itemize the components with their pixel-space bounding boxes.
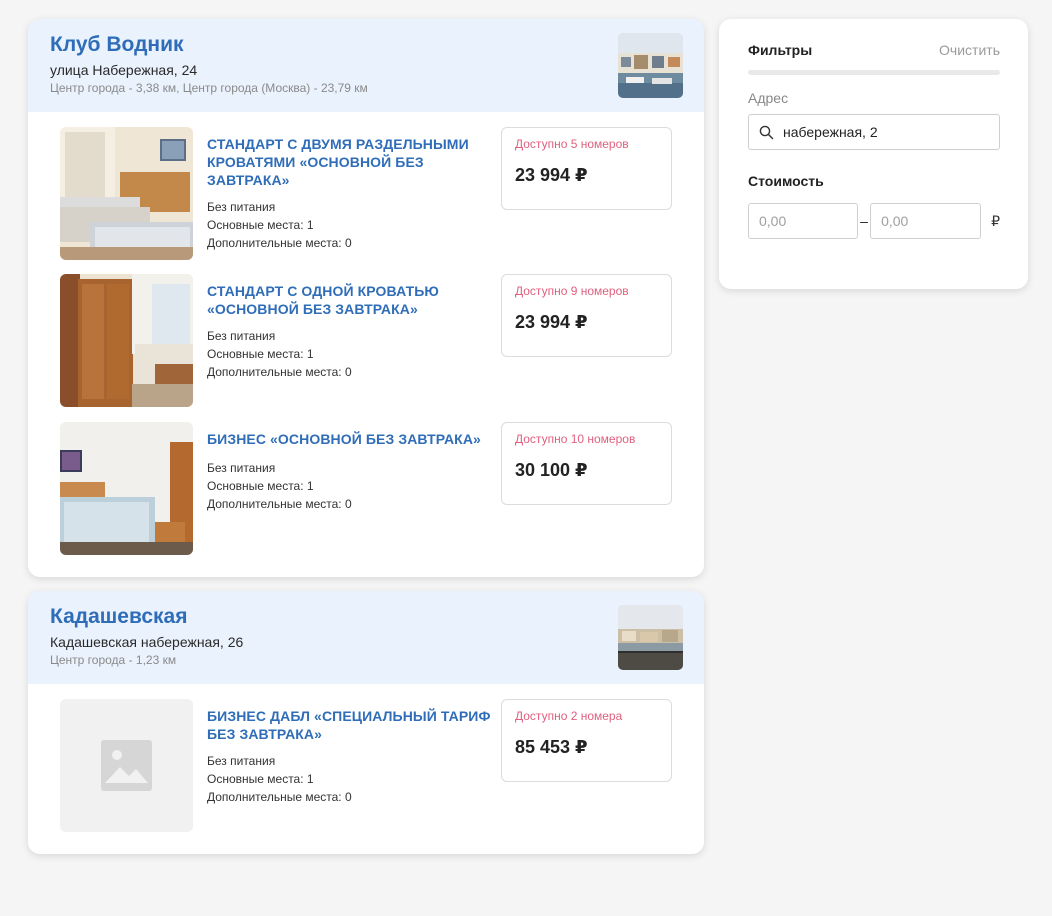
room-title[interactable]: СТАНДАРТ С ОДНОЙ КРОВАТЬЮ «ОСНОВНОЙ БЕЗ … — [207, 282, 502, 318]
room-photo[interactable] — [60, 422, 193, 555]
hotel-distance: Центр города - 1,23 км — [50, 653, 177, 667]
room-main-places: Основные места: 1 — [207, 347, 314, 361]
room-meal: Без питания — [207, 200, 276, 214]
room-main-places: Основные места: 1 — [207, 218, 314, 232]
hotel-address: Кадашевская набережная, 26 — [50, 634, 244, 650]
price: 23 994 ₽ — [515, 165, 588, 185]
room-info: СТАНДАРТ С ОДНОЙ КРОВАТЬЮ «ОСНОВНОЙ БЕЗ … — [207, 282, 502, 381]
page: Клуб Водник улица Набережная, 24 Центр г… — [0, 0, 1052, 916]
availability: Доступно 5 номеров — [515, 137, 629, 151]
room-meal: Без питания — [207, 329, 276, 343]
hotel-name[interactable]: Клуб Водник — [50, 33, 682, 57]
room-photo[interactable] — [60, 274, 193, 407]
hotel-name[interactable]: Кадашевская — [50, 605, 682, 629]
room-title[interactable]: БИЗНЕС ДАБЛ «СПЕЦИАЛЬНЫЙ ТАРИФ БЕЗ ЗАВТР… — [207, 707, 502, 743]
price-box[interactable]: Доступно 10 номеров 30 100 ₽ — [501, 422, 672, 505]
cost-label: Стоимость — [748, 173, 824, 189]
availability: Доступно 9 номеров — [515, 284, 629, 298]
room-extra-places: Дополнительные места: 0 — [207, 365, 352, 379]
room-photo[interactable] — [60, 127, 193, 260]
currency-symbol: ₽ — [991, 212, 1000, 229]
price-box[interactable]: Доступно 9 номеров 23 994 ₽ — [501, 274, 672, 357]
room-meta: Без питания Основные места: 1 Дополнител… — [207, 752, 502, 806]
address-label: Адрес — [748, 90, 789, 106]
room-meal: Без питания — [207, 461, 276, 475]
hotel-address: улица Набережная, 24 — [50, 62, 198, 78]
room-info: СТАНДАРТ С ДВУМЯ РАЗДЕЛЬНЫМИ КРОВАТЯМИ «… — [207, 135, 502, 252]
cost-to-input[interactable] — [870, 203, 982, 239]
room-item: СТАНДАРТ С ОДНОЙ КРОВАТЬЮ «ОСНОВНОЙ БЕЗ … — [60, 274, 672, 408]
room-info: БИЗНЕС «ОСНОВНОЙ БЕЗ ЗАВТРАКА» Без питан… — [207, 430, 502, 513]
filters-panel: Фильтры Очистить Адрес Стоимость – ₽ — [719, 19, 1028, 289]
hotel-card: Кадашевская Кадашевская набережная, 26 Ц… — [28, 591, 704, 854]
hotel-photo[interactable] — [618, 605, 683, 670]
image-placeholder-icon — [60, 699, 193, 832]
hotel-header: Клуб Водник улица Набережная, 24 Центр г… — [28, 19, 704, 112]
room-item: СТАНДАРТ С ДВУМЯ РАЗДЕЛЬНЫМИ КРОВАТЯМИ «… — [60, 127, 672, 261]
room-meta: Без питания Основные места: 1 Дополнител… — [207, 198, 502, 252]
availability: Доступно 2 номера — [515, 709, 623, 723]
price: 23 994 ₽ — [515, 312, 588, 332]
room-extra-places: Дополнительные места: 0 — [207, 790, 352, 804]
room-title[interactable]: СТАНДАРТ С ДВУМЯ РАЗДЕЛЬНЫМИ КРОВАТЯМИ «… — [207, 135, 502, 189]
room-meta: Без питания Основные места: 1 Дополнител… — [207, 327, 502, 381]
search-icon — [759, 125, 774, 139]
address-input[interactable] — [783, 124, 983, 140]
clear-filters-button[interactable]: Очистить — [939, 42, 1000, 58]
room-meal: Без питания — [207, 754, 276, 768]
hotel-photo[interactable] — [618, 33, 683, 98]
room-extra-places: Дополнительные места: 0 — [207, 497, 352, 511]
room-item: БИЗНЕС «ОСНОВНОЙ БЕЗ ЗАВТРАКА» Без питан… — [60, 422, 672, 556]
cost-from-input[interactable] — [748, 203, 858, 239]
hotel-card: Клуб Водник улица Набережная, 24 Центр г… — [28, 19, 704, 577]
price-box[interactable]: Доступно 2 номера 85 453 ₽ — [501, 699, 672, 782]
room-meta: Без питания Основные места: 1 Дополнител… — [207, 459, 502, 513]
cost-dash: – — [860, 213, 868, 229]
address-field[interactable] — [748, 114, 1000, 150]
filters-title: Фильтры — [748, 41, 813, 58]
room-item: БИЗНЕС ДАБЛ «СПЕЦИАЛЬНЫЙ ТАРИФ БЕЗ ЗАВТР… — [60, 699, 672, 833]
room-main-places: Основные места: 1 — [207, 772, 314, 786]
room-info: БИЗНЕС ДАБЛ «СПЕЦИАЛЬНЫЙ ТАРИФ БЕЗ ЗАВТР… — [207, 707, 502, 806]
price-box[interactable]: Доступно 5 номеров 23 994 ₽ — [501, 127, 672, 210]
price: 30 100 ₽ — [515, 460, 588, 480]
price: 85 453 ₽ — [515, 737, 588, 757]
room-extra-places: Дополнительные места: 0 — [207, 236, 352, 250]
hotel-distance: Центр города - 3,38 км, Центр города (Мо… — [50, 81, 368, 95]
room-main-places: Основные места: 1 — [207, 479, 314, 493]
cost-range: – ₽ — [748, 203, 1000, 239]
filters-header: Фильтры Очистить — [748, 41, 1000, 58]
availability: Доступно 10 номеров — [515, 432, 636, 446]
room-title[interactable]: БИЗНЕС «ОСНОВНОЙ БЕЗ ЗАВТРАКА» — [207, 430, 502, 448]
hotel-header: Кадашевская Кадашевская набережная, 26 Ц… — [28, 591, 704, 684]
room-photo-placeholder[interactable] — [60, 699, 193, 832]
filters-divider — [748, 70, 1000, 75]
